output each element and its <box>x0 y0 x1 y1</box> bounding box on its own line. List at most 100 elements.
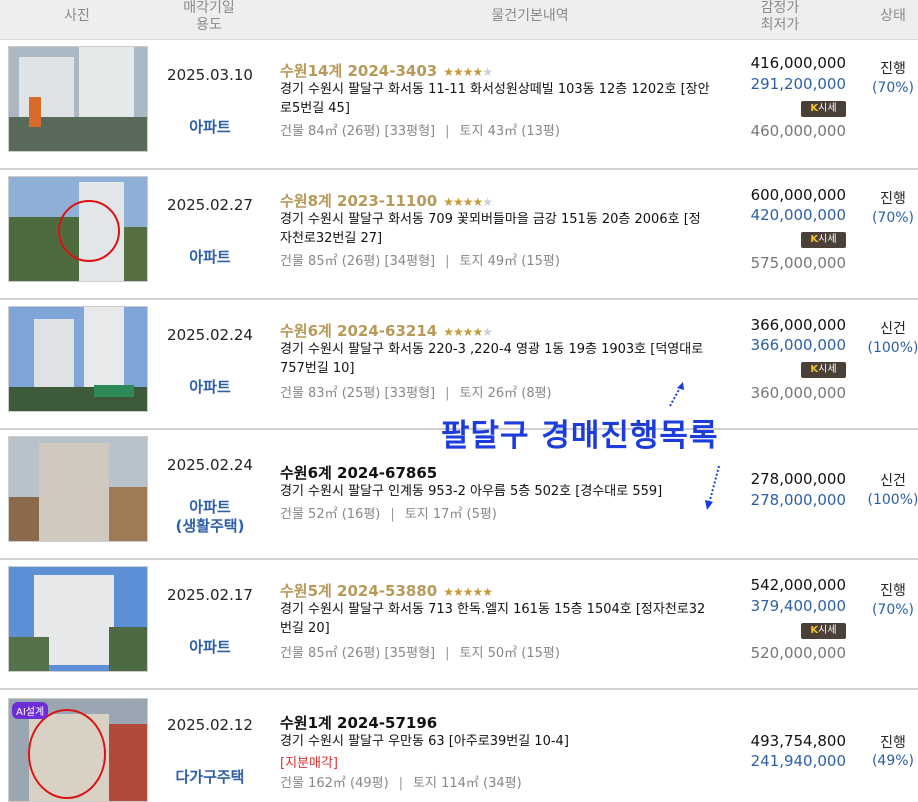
photo-image <box>9 47 147 151</box>
status-percent: (100%) <box>867 492 918 508</box>
property-photo[interactable] <box>8 566 148 672</box>
header-info: 물건기본내역 <box>491 8 569 24</box>
appraisal-price: 416,000,000 <box>750 54 846 72</box>
sale-date: 2025.02.24 <box>167 326 253 344</box>
market-price: 520,000,000 <box>750 644 846 662</box>
status-text: 신건 <box>880 473 906 489</box>
status-text: 신건 <box>880 321 906 337</box>
rating-stars: ★★★★★ <box>443 325 493 339</box>
area-info: 건물 52㎡ (16평) | 토지 17㎡ (5평) <box>280 507 497 522</box>
minimum-price: 291,200,000 <box>750 75 846 93</box>
minimum-price: 278,000,000 <box>750 491 846 509</box>
table-row[interactable]: 2025.02.27 아파트 수원8계 2023-11100 ★★★★★ 경기 수… <box>0 170 918 300</box>
k-icon: K <box>810 103 819 114</box>
case-number-link[interactable]: 수원14계 2024-3403 ★★★★★ <box>280 60 493 81</box>
status-text: 진행 <box>880 735 906 751</box>
address: 경기 수원시 팔달구 우만동 63 [아주로39번길 10-4] <box>280 734 569 749</box>
market-price: 575,000,000 <box>750 254 846 272</box>
case-number-link[interactable]: 수원8계 2023-11100 ★★★★★ <box>280 190 493 211</box>
market-price-badge[interactable]: K시세 <box>801 101 846 117</box>
appraisal-price: 493,754,800 <box>750 732 846 750</box>
dotted-arrow-up-icon <box>669 382 684 407</box>
case-number-link[interactable]: 수원6계 2024-67865 <box>280 462 437 483</box>
header-date-usage: 매각기일 용도 <box>183 0 235 33</box>
property-photo[interactable] <box>8 306 148 412</box>
case-number: 수원5계 2024-53880 <box>280 582 438 600</box>
property-photo[interactable] <box>8 176 148 282</box>
building-area: 건물 85㎡ (26평) [34평형] <box>280 254 436 269</box>
usage-link[interactable]: 아파트 <box>160 378 260 397</box>
k-icon: K <box>810 234 819 245</box>
land-area: 토지 17㎡ (5평) <box>404 507 497 522</box>
status-percent: (70%) <box>871 80 915 96</box>
case-number-link[interactable]: 수원5계 2024-53880 ★★★★★ <box>280 580 493 601</box>
overlay-title: 팔달구 경매진행목록 <box>441 418 719 454</box>
rating-stars: ★★★★★ <box>443 585 493 599</box>
minimum-price: 420,000,000 <box>750 206 846 224</box>
market-badge-label: 시세 <box>818 234 837 245</box>
building-area: 건물 85㎡ (26평) [35평형] <box>280 646 436 661</box>
usage-link[interactable]: 아파트 <box>160 248 260 267</box>
status-percent: (100%) <box>867 340 918 356</box>
header-status: 상태 <box>880 8 906 24</box>
area-info: 건물 85㎡ (26평) [35평형] | 토지 50㎡ (15평) <box>280 646 560 661</box>
address: 경기 수원시 팔달구 화서동 709 꽃뫼버들마을 금강 151동 20층 20… <box>280 212 701 246</box>
usage-link[interactable]: 다가구주택 <box>160 768 260 787</box>
k-icon: K <box>810 364 819 375</box>
rating-stars: ★★★★★ <box>443 65 493 79</box>
market-badge-label: 시세 <box>818 364 837 375</box>
property-photo[interactable] <box>8 436 148 542</box>
market-price-badge[interactable]: K시세 <box>801 623 846 639</box>
appraisal-price: 278,000,000 <box>750 470 846 488</box>
building-area: 건물 84㎡ (26평) [33평형] <box>280 124 436 139</box>
area-info: 건물 84㎡ (26평) [33평형] | 토지 43㎡ (13평) <box>280 124 560 139</box>
land-area: 토지 26㎡ (8평) <box>459 386 552 401</box>
case-number-link[interactable]: 수원1계 2024-57196 <box>280 712 437 733</box>
market-price-badge[interactable]: K시세 <box>801 232 846 248</box>
area-info: 건물 83㎡ (25평) [33평형] | 토지 26㎡ (8평) <box>280 386 552 401</box>
case-number-link[interactable]: 수원6계 2024-63214 ★★★★★ <box>280 320 493 341</box>
usage-link[interactable]: 아파트 <box>160 118 260 137</box>
case-number: 수원6계 2024-67865 <box>280 464 438 482</box>
photo-image <box>9 567 147 671</box>
status-text: 진행 <box>880 583 906 599</box>
status-percent: (70%) <box>871 210 915 226</box>
address: 경기 수원시 팔달구 화서동 11-11 화서성원상떼빌 103동 12층 12… <box>280 82 710 116</box>
status-text: 진행 <box>880 61 906 77</box>
header-photo: 사진 <box>64 8 90 24</box>
share-sale-note: [지분매각] <box>280 756 338 771</box>
table-row[interactable]: AI설계 2025.02.12 다가구주택 수원1계 2024-57196 경기… <box>0 690 918 802</box>
market-price: 360,000,000 <box>750 384 846 402</box>
market-badge-label: 시세 <box>818 625 837 636</box>
usage-link[interactable]: 아파트 (생활주택) <box>160 498 260 536</box>
land-area: 토지 114㎡ (34평) <box>413 776 522 791</box>
market-price-badge[interactable]: K시세 <box>801 362 846 378</box>
sale-date: 2025.02.24 <box>167 456 253 474</box>
property-photo[interactable] <box>8 46 148 152</box>
land-area: 토지 49㎡ (15평) <box>459 254 560 269</box>
photo-image <box>9 177 147 281</box>
k-icon: K <box>810 625 819 636</box>
usage-link[interactable]: 아파트 <box>160 638 260 657</box>
case-number: 수원1계 2024-57196 <box>280 714 438 732</box>
area-info: 건물 85㎡ (26평) [34평형] | 토지 49㎡ (15평) <box>280 254 560 269</box>
minimum-price: 241,940,000 <box>750 752 846 770</box>
table-row[interactable]: 2025.03.10 아파트 수원14계 2024-3403 ★★★★★ 경기 수… <box>0 40 918 170</box>
case-number: 수원14계 2024-3403 <box>280 62 438 80</box>
table-header: 사진 매각기일 용도 물건기본내역 감정가 최저가 상태 <box>0 0 918 40</box>
appraisal-price: 600,000,000 <box>750 186 846 204</box>
dotted-arrow-down-icon <box>705 465 720 510</box>
sale-date: 2025.02.27 <box>167 196 253 214</box>
status-percent: (70%) <box>871 602 915 618</box>
sale-date: 2025.02.12 <box>167 716 253 734</box>
minimum-price: 379,400,000 <box>750 597 846 615</box>
table-row[interactable]: 2025.02.17 아파트 수원5계 2024-53880 ★★★★★ 경기 수… <box>0 560 918 690</box>
property-photo[interactable]: AI설계 <box>8 698 148 802</box>
sale-date: 2025.03.10 <box>167 66 253 84</box>
ai-design-badge: AI설계 <box>12 702 49 719</box>
status-text: 진행 <box>880 191 906 207</box>
sale-date: 2025.02.17 <box>167 586 253 604</box>
photo-image <box>9 307 147 411</box>
building-area: 건물 52㎡ (16평) <box>280 507 381 522</box>
appraisal-price: 542,000,000 <box>750 576 846 594</box>
